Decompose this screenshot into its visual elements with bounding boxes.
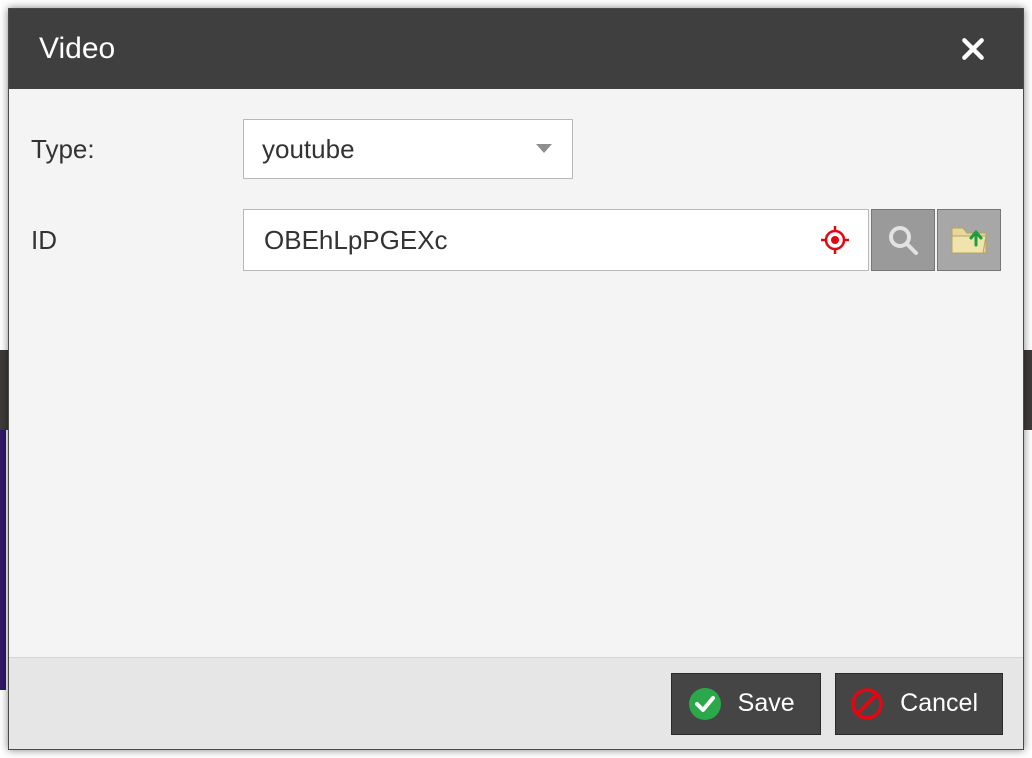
- dialog-title: Video: [39, 32, 115, 66]
- dialog-titlebar: Video: [9, 9, 1023, 89]
- close-button[interactable]: [953, 29, 993, 69]
- target-button[interactable]: [820, 225, 850, 255]
- id-row: ID: [31, 209, 1001, 271]
- type-select-value: youtube: [262, 134, 534, 165]
- close-icon: [960, 36, 986, 62]
- type-label: Type:: [31, 134, 243, 165]
- prohibit-icon: [850, 687, 884, 721]
- dialog-body: Type: youtube ID: [9, 89, 1023, 657]
- cancel-button-label: Cancel: [900, 689, 978, 718]
- cancel-button[interactable]: Cancel: [835, 673, 1003, 735]
- id-field-group: [243, 209, 1001, 271]
- id-label: ID: [31, 225, 243, 256]
- search-button[interactable]: [871, 209, 935, 271]
- upload-button[interactable]: [937, 209, 1001, 271]
- dialog-footer: Save Cancel: [9, 657, 1023, 749]
- type-select[interactable]: youtube: [243, 119, 573, 179]
- save-button[interactable]: Save: [671, 673, 821, 735]
- id-input-container: [243, 209, 869, 271]
- video-dialog: Video Type: youtube ID: [8, 8, 1024, 750]
- save-button-label: Save: [738, 689, 795, 718]
- chevron-down-icon: [534, 142, 554, 156]
- id-input[interactable]: [262, 224, 812, 257]
- type-row: Type: youtube: [31, 119, 1001, 179]
- target-icon: [821, 226, 849, 254]
- search-icon: [886, 223, 920, 257]
- check-circle-icon: [688, 687, 722, 721]
- folder-upload-icon: [949, 223, 989, 257]
- background-strip: [0, 430, 6, 690]
